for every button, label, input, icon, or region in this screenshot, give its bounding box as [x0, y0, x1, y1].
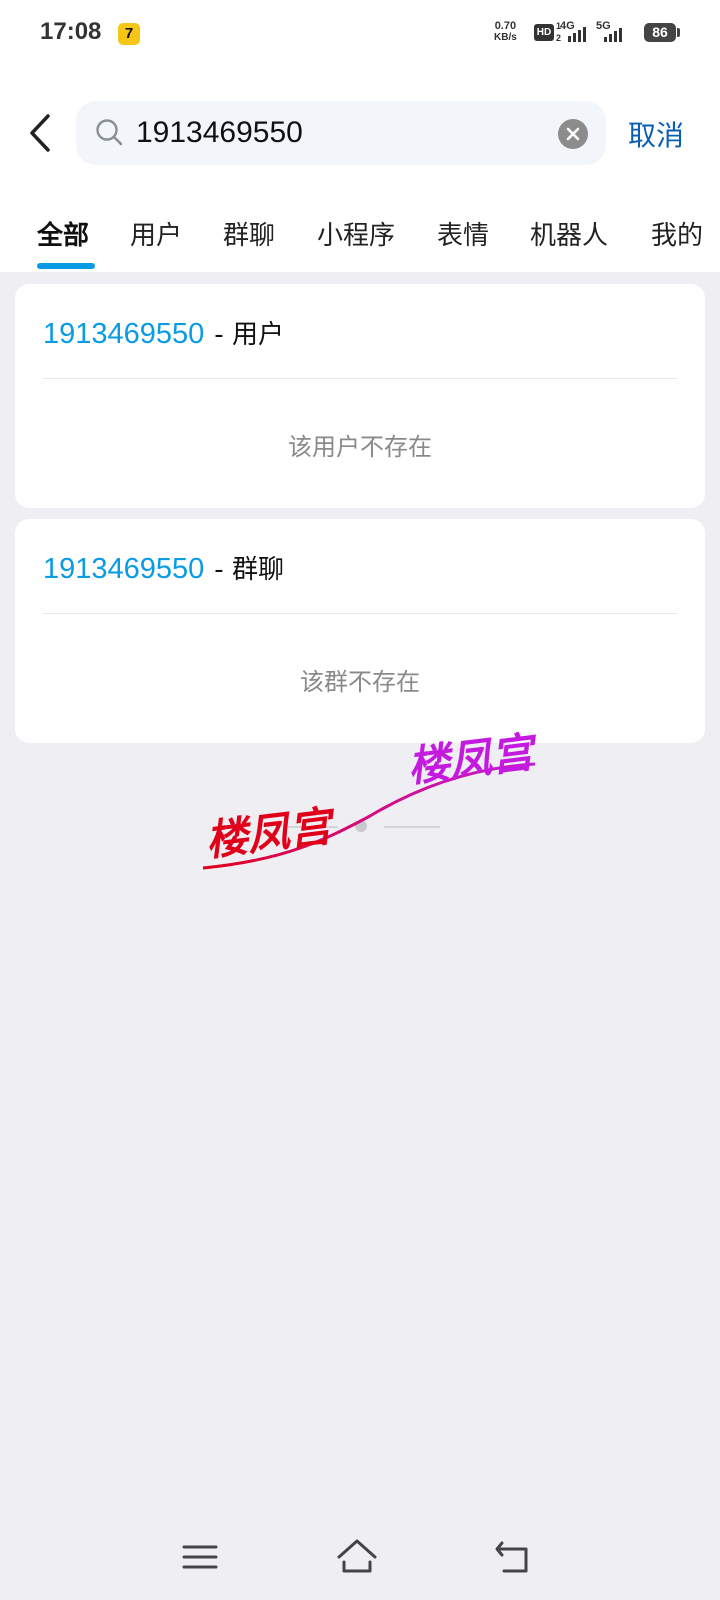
status-time: 17:08 — [40, 18, 102, 45]
network-speed-unit: KB/s — [494, 32, 517, 43]
result-id: 1913469550 — [43, 318, 205, 350]
home-icon — [337, 1539, 377, 1573]
hd-voice-icon: HD — [534, 24, 554, 41]
search-input[interactable] — [136, 109, 536, 157]
tab-mine[interactable]: 我的 — [651, 215, 703, 252]
search-box[interactable] — [76, 101, 606, 165]
tab-stickers[interactable]: 表情 — [437, 215, 489, 252]
group-not-found-text: 该群不存在 — [300, 668, 420, 696]
active-tab-indicator — [37, 263, 95, 269]
result-id: 1913469550 — [43, 553, 205, 585]
card-divider — [43, 378, 677, 379]
app-notification-icon: 7 — [118, 23, 140, 45]
result-type-label: - 用户 — [214, 320, 284, 350]
close-circle-icon — [566, 127, 580, 141]
menu-icon — [182, 1545, 218, 1569]
clear-search-button[interactable] — [558, 119, 588, 149]
group-result-title[interactable]: 1913469550 - 群聊 — [43, 549, 284, 586]
nav-home-button[interactable] — [335, 1535, 379, 1579]
battery-icon: 86 — [644, 23, 676, 42]
back-button[interactable] — [22, 108, 62, 158]
signal-4g-icon — [568, 24, 586, 42]
sim-slot-bottom: 2 — [556, 33, 562, 43]
tab-group-chats[interactable]: 群聊 — [223, 215, 275, 252]
cancel-button[interactable]: 取消 — [628, 114, 684, 154]
tab-users[interactable]: 用户 — [130, 215, 182, 252]
group-result-card: 1913469550 - 群聊 该群不存在 — [15, 519, 705, 743]
user-result-title[interactable]: 1913469550 - 用户 — [43, 314, 284, 351]
user-not-found-text: 该用户不存在 — [288, 433, 432, 461]
nav-back-button[interactable] — [492, 1535, 536, 1579]
tab-all[interactable]: 全部 — [37, 215, 89, 252]
result-type-label: - 群聊 — [214, 555, 284, 585]
network-speed-value: 0.70 — [494, 20, 517, 32]
network-speed: 0.70 KB/s — [494, 20, 517, 44]
tab-mini-programs[interactable]: 小程序 — [317, 215, 395, 252]
user-result-card: 1913469550 - 用户 该用户不存在 — [15, 284, 705, 508]
nav-menu-button[interactable] — [178, 1535, 222, 1579]
battery-tip — [677, 28, 680, 37]
top-header: 17:08 7 0.70 KB/s HD 1 2 4G 5G 86 191346… — [0, 0, 720, 272]
chevron-left-icon — [30, 114, 50, 152]
watermark: 楼凤宫 楼凤宫 — [195, 720, 545, 880]
magnifier-icon — [96, 119, 123, 146]
tab-bots[interactable]: 机器人 — [530, 215, 608, 252]
signal-5g-icon — [604, 24, 622, 42]
back-arrow-icon — [495, 1541, 528, 1573]
category-tabs: 全部 用户 群聊 小程序 表情 机器人 我的 — [0, 205, 720, 272]
card-divider — [43, 613, 677, 614]
status-bar: 17:08 7 0.70 KB/s HD 1 2 4G 5G 86 — [0, 0, 720, 66]
